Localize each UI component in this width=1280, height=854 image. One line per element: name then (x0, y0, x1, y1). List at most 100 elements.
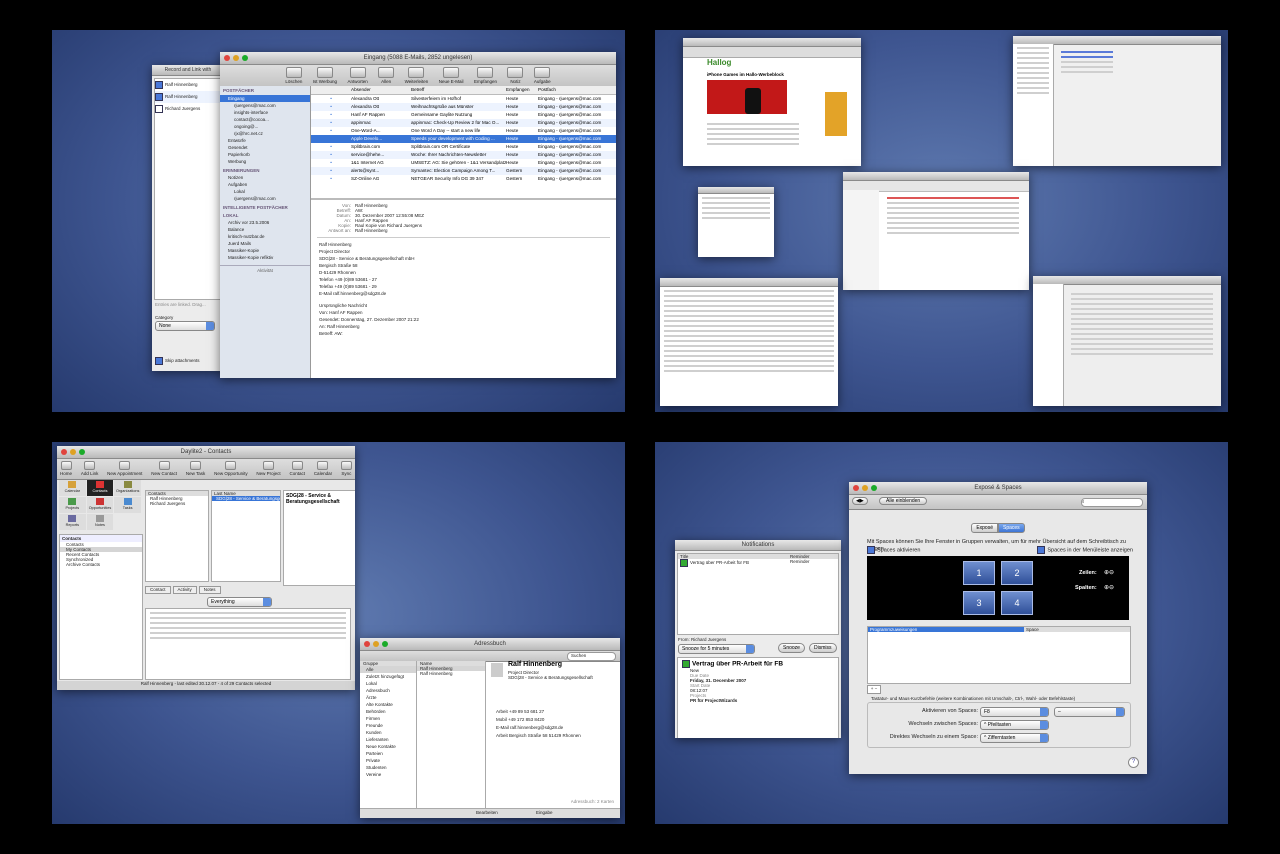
recent-item[interactable]: Ralf Hinnenberg (155, 79, 221, 91)
message-row[interactable]: • 1&1 Internet AG UMSETZ: AG: Sie gehören … (311, 159, 616, 167)
group-item[interactable]: Ärzte (360, 694, 416, 701)
category-button[interactable]: Calendar (59, 480, 86, 496)
sidebar-folder[interactable]: Gesendet (220, 144, 310, 151)
filter-tab[interactable]: Contact (145, 586, 171, 594)
zoom-button[interactable] (79, 449, 85, 455)
reply-all-button[interactable]: Allen (378, 66, 395, 84)
group-item[interactable]: Firmen (360, 715, 416, 722)
space-thumb-2[interactable]: 2 (1001, 561, 1033, 585)
search-field[interactable]: ⌕ (1081, 498, 1143, 507)
note-button[interactable]: Notiz (507, 66, 524, 84)
toolbar-button[interactable]: Calendar (314, 460, 332, 478)
group-item[interactable]: Adressbuch (360, 687, 416, 694)
sidebar-folder[interactable]: Werbung (220, 158, 310, 165)
toolbar-button[interactable]: New Project (256, 460, 281, 478)
filter-select[interactable]: Everything (207, 597, 272, 607)
close-button[interactable] (364, 641, 370, 647)
sidebar-local[interactable]: kritisch-nutzbar.de (220, 233, 310, 240)
snooze-select[interactable]: Snooze for 5 minutes (678, 644, 755, 654)
sidebar-local[interactable]: Archiv vor 23.5.2006 (220, 219, 310, 226)
sidebar-reminder[interactable]: Lokal (220, 188, 310, 195)
group-item[interactable]: Kunden (360, 729, 416, 736)
minimize-button[interactable] (373, 641, 379, 647)
switch-select[interactable]: ^ Pfeiltasten (980, 720, 1049, 730)
sidebar-account[interactable]: rjx@hrc.net.cz (220, 130, 310, 137)
sidebar-account[interactable]: contact@cocoa... (220, 116, 310, 123)
category-button[interactable]: Reports (59, 514, 86, 530)
message-row[interactable]: • Apple Develo... Speeds your development … (311, 135, 616, 143)
toolbar-button[interactable]: Add Link (81, 460, 98, 478)
activate-select[interactable]: F8 (980, 707, 1049, 717)
space-thumb-3[interactable]: 3 (963, 591, 995, 615)
minimize-button[interactable] (862, 485, 868, 491)
group-item[interactable]: Vereine (360, 771, 416, 778)
list-item[interactable]: Richard Juergens (146, 501, 208, 506)
sidebar-folder[interactable]: Papierkorb (220, 151, 310, 158)
document-window-thumb[interactable] (660, 278, 838, 406)
back-forward-buttons[interactable]: ◀▶ (852, 497, 868, 505)
column-from[interactable]: Absender (351, 86, 411, 94)
message-row[interactable]: • Splitbrain.com Splitbrain.com OR Certifi… (311, 143, 616, 151)
toolbar-button[interactable]: New Appointment (107, 460, 142, 478)
group-item[interactable]: Freunde (360, 722, 416, 729)
column-date[interactable]: Empfangen (506, 86, 538, 94)
toolbar-button[interactable]: Sync (340, 460, 352, 478)
todo-button[interactable]: Aufgabe (534, 66, 551, 84)
category-button[interactable]: Projects (59, 497, 86, 513)
delete-button[interactable]: Löschen (285, 66, 302, 84)
get-mail-button[interactable]: Empfangen (474, 66, 497, 84)
group-item[interactable]: Behörden (360, 708, 416, 715)
sidebar-local[interactable]: Massiker-Kopie (220, 247, 310, 254)
snooze-button[interactable]: Snooze (778, 643, 805, 653)
smart-mailboxes-header[interactable]: INTELLIGENTE POSTFÄCHER (223, 205, 307, 210)
menubar-checkbox[interactable]: Spaces in der Menüleiste anzeigen (1037, 546, 1133, 554)
sidebar-reminder[interactable]: rjuergens@mac.com (220, 195, 310, 202)
help-button[interactable]: ? (1128, 757, 1139, 768)
list-item[interactable]: SDG|28 - Service & Beratungsgesellschaft (212, 496, 280, 501)
filter-tab[interactable]: Notes (198, 586, 221, 594)
category-select[interactable]: None (155, 321, 215, 331)
category-button[interactable]: Notes (86, 514, 114, 530)
toolbar-button[interactable]: Home (60, 460, 72, 478)
group-item[interactable]: Archive Contacts (60, 562, 142, 567)
space-2[interactable]: Hallog iPhone Games im Hallo-Werbeblock (655, 30, 1228, 412)
search-field[interactable]: Suchen (567, 652, 616, 661)
direct-switch-select[interactable]: ^ Zifferntasten (980, 733, 1049, 743)
category-button[interactable]: Tasks (114, 497, 141, 513)
group-item[interactable]: Zuletzt hinzugefügt (360, 673, 416, 680)
category-button[interactable]: Contacts (86, 480, 114, 496)
close-button[interactable] (224, 55, 230, 61)
message-row[interactable]: • alerts@synt... Symantec: Election Campai… (311, 167, 616, 175)
group-item[interactable]: Alte Kontakte (360, 701, 416, 708)
tab-spaces[interactable]: Spaces (998, 523, 1025, 533)
sidebar-local[interactable]: Balance (220, 226, 310, 233)
editor-window-thumb[interactable] (1013, 36, 1221, 166)
message-row[interactable]: • Alexandra Ott Weihnachtsgrüße aus Münste… (311, 103, 616, 111)
tab-expose[interactable]: Exposé (971, 523, 998, 533)
group-item[interactable]: Alle (360, 666, 416, 673)
filter-tab[interactable]: Activity (172, 586, 197, 594)
activate-mouse-select[interactable]: – (1054, 707, 1125, 717)
space-thumb-1[interactable]: 1 (963, 561, 995, 585)
forward-button[interactable]: Weiterleiten (405, 66, 428, 84)
toolbar-button[interactable]: New Opportunity (214, 460, 248, 478)
column-mailbox[interactable]: Postfach (538, 86, 608, 94)
group-item[interactable]: Neue Kontakte (360, 743, 416, 750)
message-row[interactable]: • Hanf AF Rappen Gemeinsame Gaylite Nutzun… (311, 111, 616, 119)
show-all-button[interactable]: Alle einblenden (879, 497, 928, 505)
category-button[interactable]: Opportunities (86, 497, 114, 513)
column-app[interactable]: Programmzuweisungen (868, 627, 1024, 632)
group-item[interactable]: Private (360, 757, 416, 764)
sidebar-local[interactable]: Massiker-Kopie refiktiv (220, 254, 310, 261)
recent-item[interactable]: Richard Juergens (155, 103, 221, 115)
skip-attachments[interactable]: Skip attachments (155, 357, 200, 365)
message-row[interactable]: • appinmac appinmac: Check-Up Review 2 für… (311, 119, 616, 127)
list-item[interactable]: Ralf Hinnenberg (417, 671, 485, 676)
edit-button[interactable]: Bearbeiten (476, 810, 498, 815)
enable-spaces-checkbox[interactable]: Spaces aktivieren (867, 546, 920, 554)
column-subject[interactable]: Betreff (411, 86, 506, 94)
close-button[interactable] (853, 485, 859, 491)
group-item[interactable]: Lokal (360, 680, 416, 687)
notification-row[interactable]: Vertrag über PR-Arbeit für FB Reminder (678, 559, 838, 567)
new-mail-button[interactable]: Neue E-Mail (439, 66, 464, 84)
